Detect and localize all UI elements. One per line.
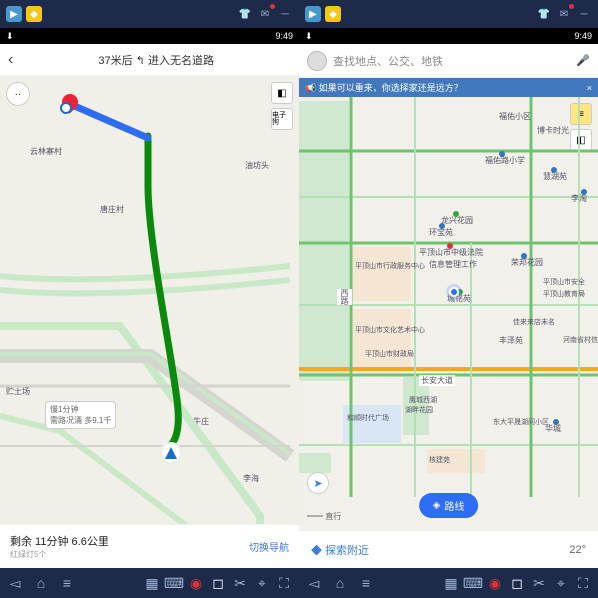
capture-icon[interactable]: ◻	[209, 574, 227, 592]
bell-icon[interactable]: ✉	[257, 6, 273, 22]
download-icon: ⬇	[305, 31, 313, 42]
keyboard-icon[interactable]: ⌨	[165, 574, 183, 592]
back-icon[interactable]: ◅	[305, 574, 323, 592]
back-icon[interactable]: ◅	[6, 574, 24, 592]
nav-instruction: 37米后 ↰ 进入无名道路	[21, 52, 291, 68]
nav-bottombar: 剩余 11分钟 6.6公里 红绿灯5个 切换导航	[0, 524, 299, 568]
bell-icon[interactable]: ✉	[556, 6, 572, 22]
shirt-icon[interactable]: 👕	[536, 6, 552, 22]
app-icon-1[interactable]: ▶	[6, 6, 22, 22]
keyboard-icon[interactable]: ⌨	[464, 574, 482, 592]
app-icon-1[interactable]: ▶	[305, 6, 321, 22]
back-button[interactable]: ‹	[8, 51, 13, 69]
route-button[interactable]: ◈ 路线	[419, 493, 479, 518]
explore-label: 探索附近	[325, 545, 369, 557]
browse-map[interactable]: ≡ ◧ 福佑小区 博卡时光 福佑路小学 慧湖苑	[299, 97, 598, 530]
record-icon[interactable]: ◉	[486, 574, 504, 592]
eta-sub: 红绿灯5个	[10, 549, 109, 560]
road-grid	[299, 97, 598, 530]
android-statusbar: ⬇ 9:49	[299, 28, 598, 44]
scissors-icon[interactable]: ✂	[530, 574, 548, 592]
app-icon-2[interactable]: ◆	[325, 6, 341, 22]
road-network	[0, 76, 299, 524]
home-icon[interactable]: ⌂	[32, 574, 50, 592]
emulator-titlebar: ▶ ◆ 👕 ✉ ─	[0, 0, 299, 28]
folder-icon[interactable]: ▦	[442, 574, 460, 592]
capture-icon[interactable]: ◻	[508, 574, 526, 592]
current-location-dot	[449, 287, 459, 297]
android-statusbar: ⬇ 9:49	[0, 28, 299, 44]
voice-icon[interactable]: 🎤	[576, 54, 590, 67]
minimize-icon[interactable]: ─	[277, 6, 293, 22]
clock-time: 9:49	[275, 31, 293, 41]
current-heading-icon	[160, 442, 182, 464]
clock-time: 9:49	[574, 31, 592, 41]
expand-icon[interactable]: ⛶	[574, 574, 592, 592]
explore-bar[interactable]: ◆ 探索附近 22°	[299, 530, 598, 568]
locate-button[interactable]: ➤	[307, 472, 329, 494]
close-icon[interactable]: ×	[587, 83, 592, 93]
location-icon[interactable]: ⌖	[552, 574, 570, 592]
folder-icon[interactable]: ▦	[143, 574, 161, 592]
search-input[interactable]: 查找地点、公交、地铁	[333, 53, 570, 69]
switch-nav-button[interactable]: 切换导航	[249, 539, 289, 554]
route-tip: 慢1分钟 需路况涌 多9.1千	[45, 401, 116, 429]
download-icon: ⬇	[6, 31, 14, 42]
emulator-titlebar: ▶ ◆ 👕 ✉ ─	[299, 0, 598, 28]
shirt-icon[interactable]: 👕	[237, 6, 253, 22]
recent-icon[interactable]: ≡	[58, 574, 76, 592]
notice-banner[interactable]: 📢 如果可以重来，你选择家还是远方？ ×	[299, 78, 598, 97]
location-icon[interactable]: ⌖	[253, 574, 271, 592]
avatar[interactable]	[307, 51, 327, 71]
nav-map[interactable]: ·· ◧ 电子狗 云林寨村 油坊头 唐庄村 贮土场 牛庄 李海 慢1分钟	[0, 76, 299, 524]
map-screen: ▶ ◆ 👕 ✉ ─ ⬇ 9:49 查找地点、公交、地铁 🎤 📢 如果可以重来，你…	[299, 0, 598, 598]
home-icon[interactable]: ⌂	[331, 574, 349, 592]
emulator-navbar: ◅ ⌂ ≡ ▦ ⌨ ◉ ◻ ✂ ⌖ ⛶	[0, 568, 299, 598]
search-header: 查找地点、公交、地铁 🎤	[299, 44, 598, 78]
temperature: 22°	[569, 544, 586, 556]
minimize-icon[interactable]: ─	[576, 6, 592, 22]
eta-text: 剩余 11分钟 6.6公里	[10, 533, 109, 549]
nav-header: ‹ 37米后 ↰ 进入无名道路	[0, 44, 299, 76]
nav-screen: ▶ ◆ 👕 ✉ ─ ⬇ 9:49 ‹ 37米后 ↰ 进入无名道路 ·· ◧ 电子…	[0, 0, 299, 598]
expand-icon[interactable]: ⛶	[275, 574, 293, 592]
scale-label: ━━ 直行	[307, 511, 341, 522]
scissors-icon[interactable]: ✂	[231, 574, 249, 592]
record-icon[interactable]: ◉	[187, 574, 205, 592]
start-ring	[60, 102, 72, 114]
app-icon-2[interactable]: ◆	[26, 6, 42, 22]
emulator-navbar: ◅ ⌂ ≡ ▦ ⌨ ◉ ◻ ✂ ⌖ ⛶	[299, 568, 598, 598]
recent-icon[interactable]: ≡	[357, 574, 375, 592]
